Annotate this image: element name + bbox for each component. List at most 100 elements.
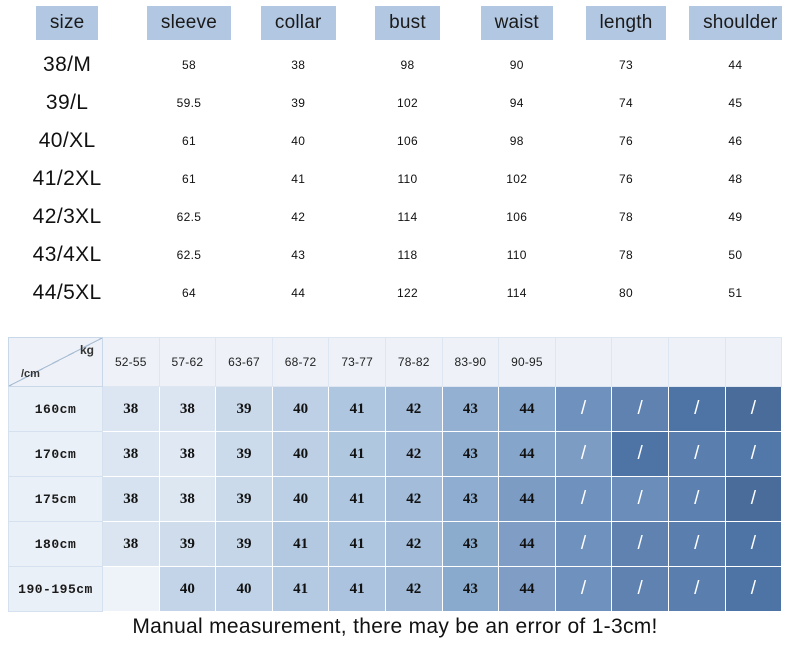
spec-collar-cell: 38 — [244, 46, 353, 84]
spec-collar-value: 39 — [291, 96, 306, 110]
spec-collar-cell: 41 — [244, 160, 353, 198]
spec-header-length: length — [571, 0, 680, 46]
spec-collar-value: 38 — [291, 58, 306, 72]
height-range-header: 170cm — [8, 431, 103, 477]
spec-bust-value: 122 — [397, 286, 418, 300]
spec-collar-value: 40 — [291, 134, 306, 148]
weight-range-header: 68-72 — [271, 337, 330, 387]
spec-sleeve-cell: 58 — [134, 46, 243, 84]
spec-bust-cell: 98 — [353, 46, 462, 84]
unavailable-size-cell: / — [554, 476, 613, 522]
spec-waist-value: 106 — [506, 210, 528, 224]
height-range-header: 180cm — [8, 521, 103, 567]
spec-length-cell: 74 — [571, 84, 680, 122]
spec-length-cell: 78 — [571, 198, 680, 236]
unavailable-size-cell: / — [667, 521, 726, 567]
spec-waist-cell: 94 — [462, 84, 571, 122]
table-row: 44/5XL 64 44 122 114 80 51 — [0, 274, 790, 312]
spec-collar-value: 41 — [291, 172, 306, 186]
table-row: 39/L 59.5 39 102 94 74 45 — [0, 84, 790, 122]
spec-sleeve-value: 61 — [181, 134, 196, 148]
spec-length-cell: 76 — [571, 160, 680, 198]
fit-grid-header: kg /cm 52-55 57-62 63-67 68-72 73-77 78-82 83-… — [8, 337, 783, 387]
spec-sleeve-value: 58 — [181, 58, 196, 72]
spec-waist-value: 102 — [506, 172, 528, 186]
spec-collar-value: 42 — [291, 210, 306, 224]
spec-waist-value: 114 — [506, 286, 527, 300]
spec-size-cell: 42/3XL — [0, 198, 134, 236]
unavailable-size-cell: / — [667, 476, 726, 522]
recommended-size-cell: 43 — [441, 521, 500, 567]
table-row: 40/XL 61 40 106 98 76 46 — [0, 122, 790, 160]
unavailable-size-cell: / — [611, 431, 669, 477]
measurement-disclaimer: Manual measurement, there may be an erro… — [0, 602, 790, 651]
spec-header-length-label: length — [585, 6, 667, 40]
unavailable-size-cell: / — [724, 521, 783, 567]
spec-shoulder-cell: 46 — [681, 122, 790, 160]
spec-shoulder-value: 49 — [728, 210, 743, 224]
spec-waist-value: 98 — [509, 134, 524, 148]
recommended-size-cell: 40 — [271, 386, 330, 432]
spec-bust-value: 106 — [397, 134, 418, 148]
spec-shoulder-cell: 50 — [681, 236, 790, 274]
spec-header-waist: waist — [462, 0, 571, 46]
recommended-size-cell: 39 — [158, 521, 217, 567]
recommended-size-cell: 40 — [271, 431, 330, 477]
weight-range-header — [724, 337, 783, 387]
spec-size-cell: 43/4XL — [0, 236, 134, 274]
unavailable-size-cell: / — [724, 476, 783, 522]
spec-bust-value: 118 — [397, 248, 418, 262]
spec-bust-value: 98 — [400, 58, 415, 72]
spec-collar-cell: 44 — [244, 274, 353, 312]
weight-range-header — [667, 337, 726, 387]
measurement-disclaimer-text: Manual measurement, there may be an erro… — [132, 614, 658, 638]
spec-collar-value: 43 — [291, 248, 306, 262]
recommended-size-cell: 39 — [215, 431, 273, 477]
fit-header-row: kg /cm 52-55 57-62 63-67 68-72 73-77 78-82 83-… — [8, 337, 783, 387]
spec-table-header: size sleeve collar bust waist length sho… — [0, 0, 790, 46]
recommended-size-cell: 42 — [384, 476, 443, 522]
spec-bust-cell: 118 — [353, 236, 462, 274]
recommended-size-cell: 44 — [498, 521, 556, 567]
spec-sleeve-value: 61 — [181, 172, 196, 186]
spec-size-cell: 41/2XL — [0, 160, 134, 198]
spec-size-value: 42/3XL — [32, 205, 102, 228]
spec-shoulder-value: 48 — [728, 172, 743, 186]
spec-sleeve-cell: 61 — [134, 122, 243, 160]
spec-shoulder-cell: 49 — [681, 198, 790, 236]
unavailable-size-cell: / — [611, 476, 669, 522]
table-row: 43/4XL 62.5 43 118 110 78 50 — [0, 236, 790, 274]
spec-header-shoulder: shoulder — [681, 0, 790, 46]
spec-bust-value: 110 — [397, 172, 418, 186]
weight-range-header — [611, 337, 669, 387]
spec-table-element: size sleeve collar bust waist length sho… — [0, 0, 790, 312]
spec-collar-cell: 42 — [244, 198, 353, 236]
spec-length-value: 78 — [619, 248, 633, 262]
spec-size-cell: 40/XL — [0, 122, 134, 160]
spec-waist-cell: 102 — [462, 160, 571, 198]
corner-weight-label: kg — [79, 343, 94, 357]
recommended-size-cell: 41 — [328, 476, 386, 522]
spec-length-value: 78 — [619, 210, 633, 224]
recommended-size-cell: 38 — [102, 521, 160, 567]
unavailable-size-cell: / — [667, 386, 726, 432]
recommended-size-cell: 38 — [158, 476, 217, 522]
height-range-header: 175cm — [8, 476, 103, 522]
spec-sleeve-value: 64 — [181, 286, 196, 300]
table-row: 38/M 58 38 98 90 73 44 — [0, 46, 790, 84]
spec-size-cell: 39/L — [0, 84, 134, 122]
specification-table: size sleeve collar bust waist length sho… — [0, 0, 790, 320]
table-row: 160cm 38 38 39 40 41 42 43 44// / / — [8, 386, 783, 432]
spec-length-cell: 73 — [571, 46, 680, 84]
recommended-size-cell: 43 — [441, 386, 500, 432]
spec-collar-cell: 39 — [244, 84, 353, 122]
spec-bust-cell: 110 — [353, 160, 462, 198]
table-row: 42/3XL 62.5 42 114 106 78 49 — [0, 198, 790, 236]
fit-recommendation-grid: kg /cm 52-55 57-62 63-67 68-72 73-77 78-82 83-… — [8, 337, 783, 612]
spec-shoulder-cell: 44 — [681, 46, 790, 84]
spec-shoulder-value: 46 — [728, 134, 743, 148]
spec-sleeve-value: 62.5 — [176, 210, 202, 224]
table-row: 175cm 38 38 39 40 41 42 43 44// / / — [8, 476, 783, 522]
spec-shoulder-value: 45 — [728, 96, 743, 110]
table-row: 170cm 38 38 39 40 41 42 43 44// / / — [8, 431, 783, 477]
